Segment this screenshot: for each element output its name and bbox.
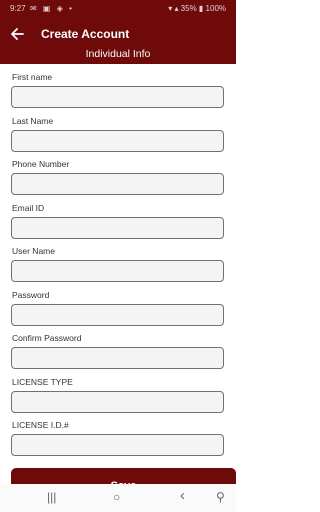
confirm-password-label: Confirm Password — [12, 333, 82, 343]
first-name-input[interactable] — [11, 86, 224, 108]
license-type-label: LICENSE TYPE — [12, 377, 73, 387]
home-icon[interactable]: ○ — [113, 490, 120, 504]
page-title: Create Account — [41, 27, 130, 41]
recents-icon[interactable]: ||| — [47, 490, 56, 504]
status-time: 9:27 — [10, 4, 26, 13]
phone-number-input[interactable] — [11, 173, 224, 195]
back-arrow-icon[interactable] — [9, 26, 25, 42]
status-bar: 9:27 ✉ ▣ ◈ • ▾ ▴ 35% ▮ 100% — [0, 0, 236, 18]
password-input[interactable] — [11, 304, 224, 326]
license-id-label: LICENSE I.D.# — [12, 420, 69, 430]
email-id-input[interactable] — [11, 217, 224, 239]
user-name-label: User Name — [12, 246, 55, 256]
nav-back-icon[interactable]: ‹ — [180, 487, 185, 504]
app-bar: Create Account Individual Info — [0, 18, 236, 64]
first-name-label: First name — [12, 72, 53, 82]
last-name-label: Last Name — [12, 116, 54, 126]
last-name-input[interactable] — [11, 130, 224, 152]
confirm-password-input[interactable] — [11, 347, 224, 369]
notification-icons: ✉ ▣ ◈ • — [30, 4, 74, 13]
system-icons: ▾ ▴ 35% ▮ 100% — [168, 4, 226, 13]
email-id-label: Email ID — [12, 203, 45, 213]
license-id-input[interactable] — [11, 434, 224, 456]
page-subtitle: Individual Info — [85, 48, 151, 60]
accessibility-icon[interactable]: ⚲ — [216, 490, 225, 504]
phone-number-label: Phone Number — [12, 159, 70, 169]
system-nav-bar: ||| ○ ‹ ⚲ — [0, 484, 236, 512]
license-type-input[interactable] — [11, 391, 224, 413]
password-label: Password — [12, 290, 50, 300]
user-name-input[interactable] — [11, 260, 224, 282]
